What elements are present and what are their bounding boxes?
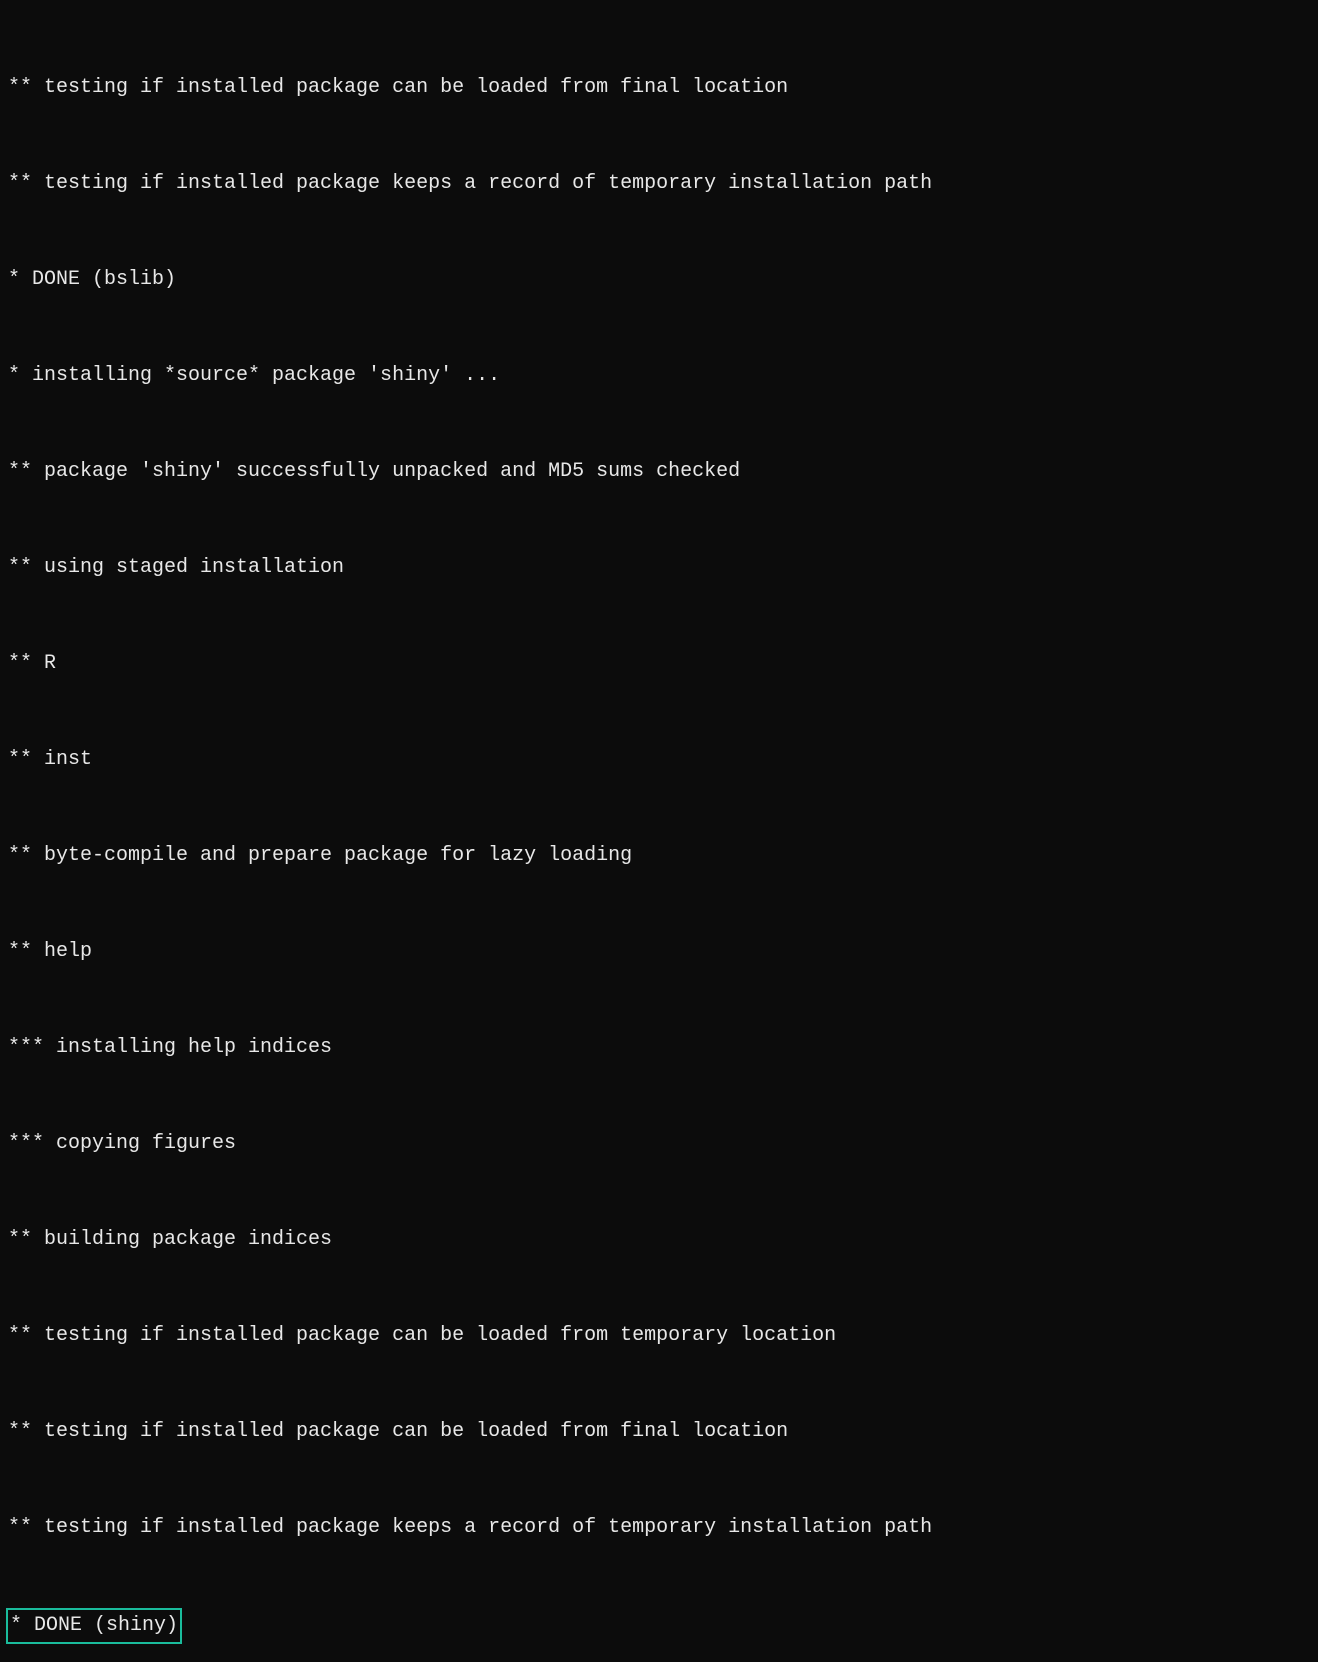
highlighted-output-line: * DONE (shiny) <box>8 1608 1310 1644</box>
output-line: ** byte-compile and prepare package for … <box>8 840 1310 872</box>
output-line: ** inst <box>8 744 1310 776</box>
output-line: *** copying figures <box>8 1128 1310 1160</box>
output-line: ** R <box>8 648 1310 680</box>
output-line: ** using staged installation <box>8 552 1310 584</box>
output-line: * DONE (bslib) <box>8 264 1310 296</box>
output-line: ** package 'shiny' successfully unpacked… <box>8 456 1310 488</box>
output-line: ** building package indices <box>8 1224 1310 1256</box>
output-line: ** testing if installed package can be l… <box>8 72 1310 104</box>
output-line: ** testing if installed package keeps a … <box>8 168 1310 200</box>
terminal-output[interactable]: ** testing if installed package can be l… <box>8 8 1310 1662</box>
output-line: ** testing if installed package can be l… <box>8 1416 1310 1448</box>
output-line: ** testing if installed package can be l… <box>8 1320 1310 1352</box>
output-line: * installing *source* package 'shiny' ..… <box>8 360 1310 392</box>
output-line: ** testing if installed package keeps a … <box>8 1512 1310 1544</box>
output-line: *** installing help indices <box>8 1032 1310 1064</box>
output-line: ** help <box>8 936 1310 968</box>
highlight-annotation: * DONE (shiny) <box>6 1608 182 1644</box>
